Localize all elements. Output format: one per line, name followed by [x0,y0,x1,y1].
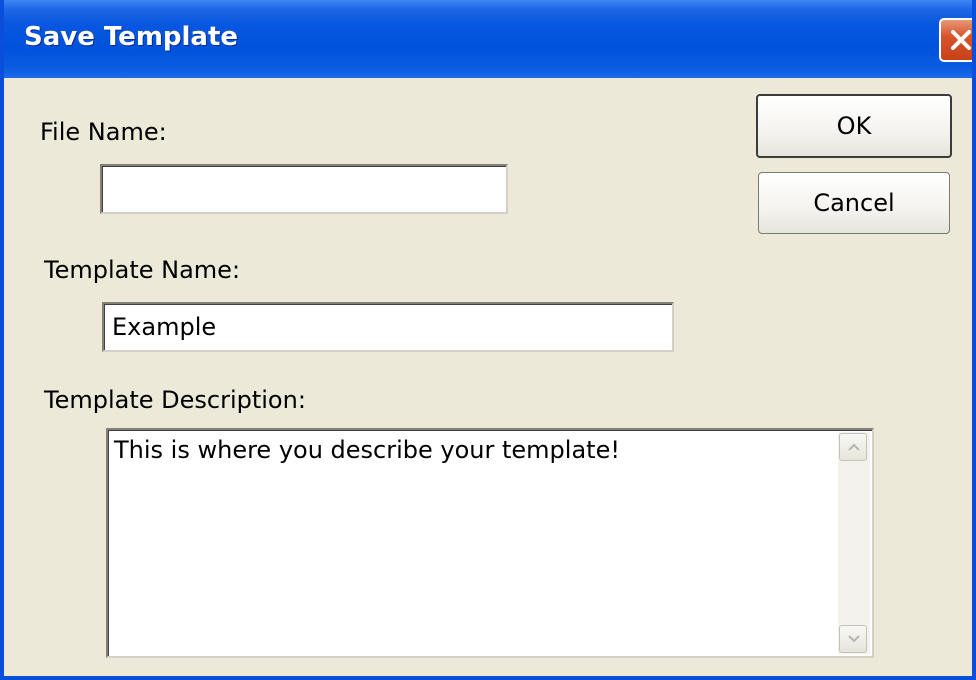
template-description-text: This is where you describe your template… [114,436,620,464]
dialog-title: Save Template [24,22,239,52]
template-name-input[interactable] [102,302,674,352]
close-button[interactable] [939,18,972,62]
template-description-label: Template Description: [44,386,306,414]
save-template-dialog: Save Template File Name: Template Name: … [0,0,976,680]
ok-button-label: OK [836,112,872,140]
scroll-up-button[interactable] [839,433,867,461]
description-scrollbar[interactable] [838,432,870,654]
file-name-input[interactable] [100,164,508,214]
scroll-up-arrow-icon [848,443,860,451]
template-name-label: Template Name: [44,256,241,284]
close-icon [951,30,971,50]
ok-button[interactable]: OK [756,94,952,158]
scroll-down-arrow-icon [848,635,860,643]
scroll-down-button[interactable] [839,625,867,653]
file-name-label: File Name: [40,118,167,146]
template-description-textarea[interactable]: This is where you describe your template… [106,428,874,658]
cancel-button-label: Cancel [813,189,895,217]
title-bar: Save Template [4,0,972,78]
cancel-button[interactable]: Cancel [758,172,950,234]
